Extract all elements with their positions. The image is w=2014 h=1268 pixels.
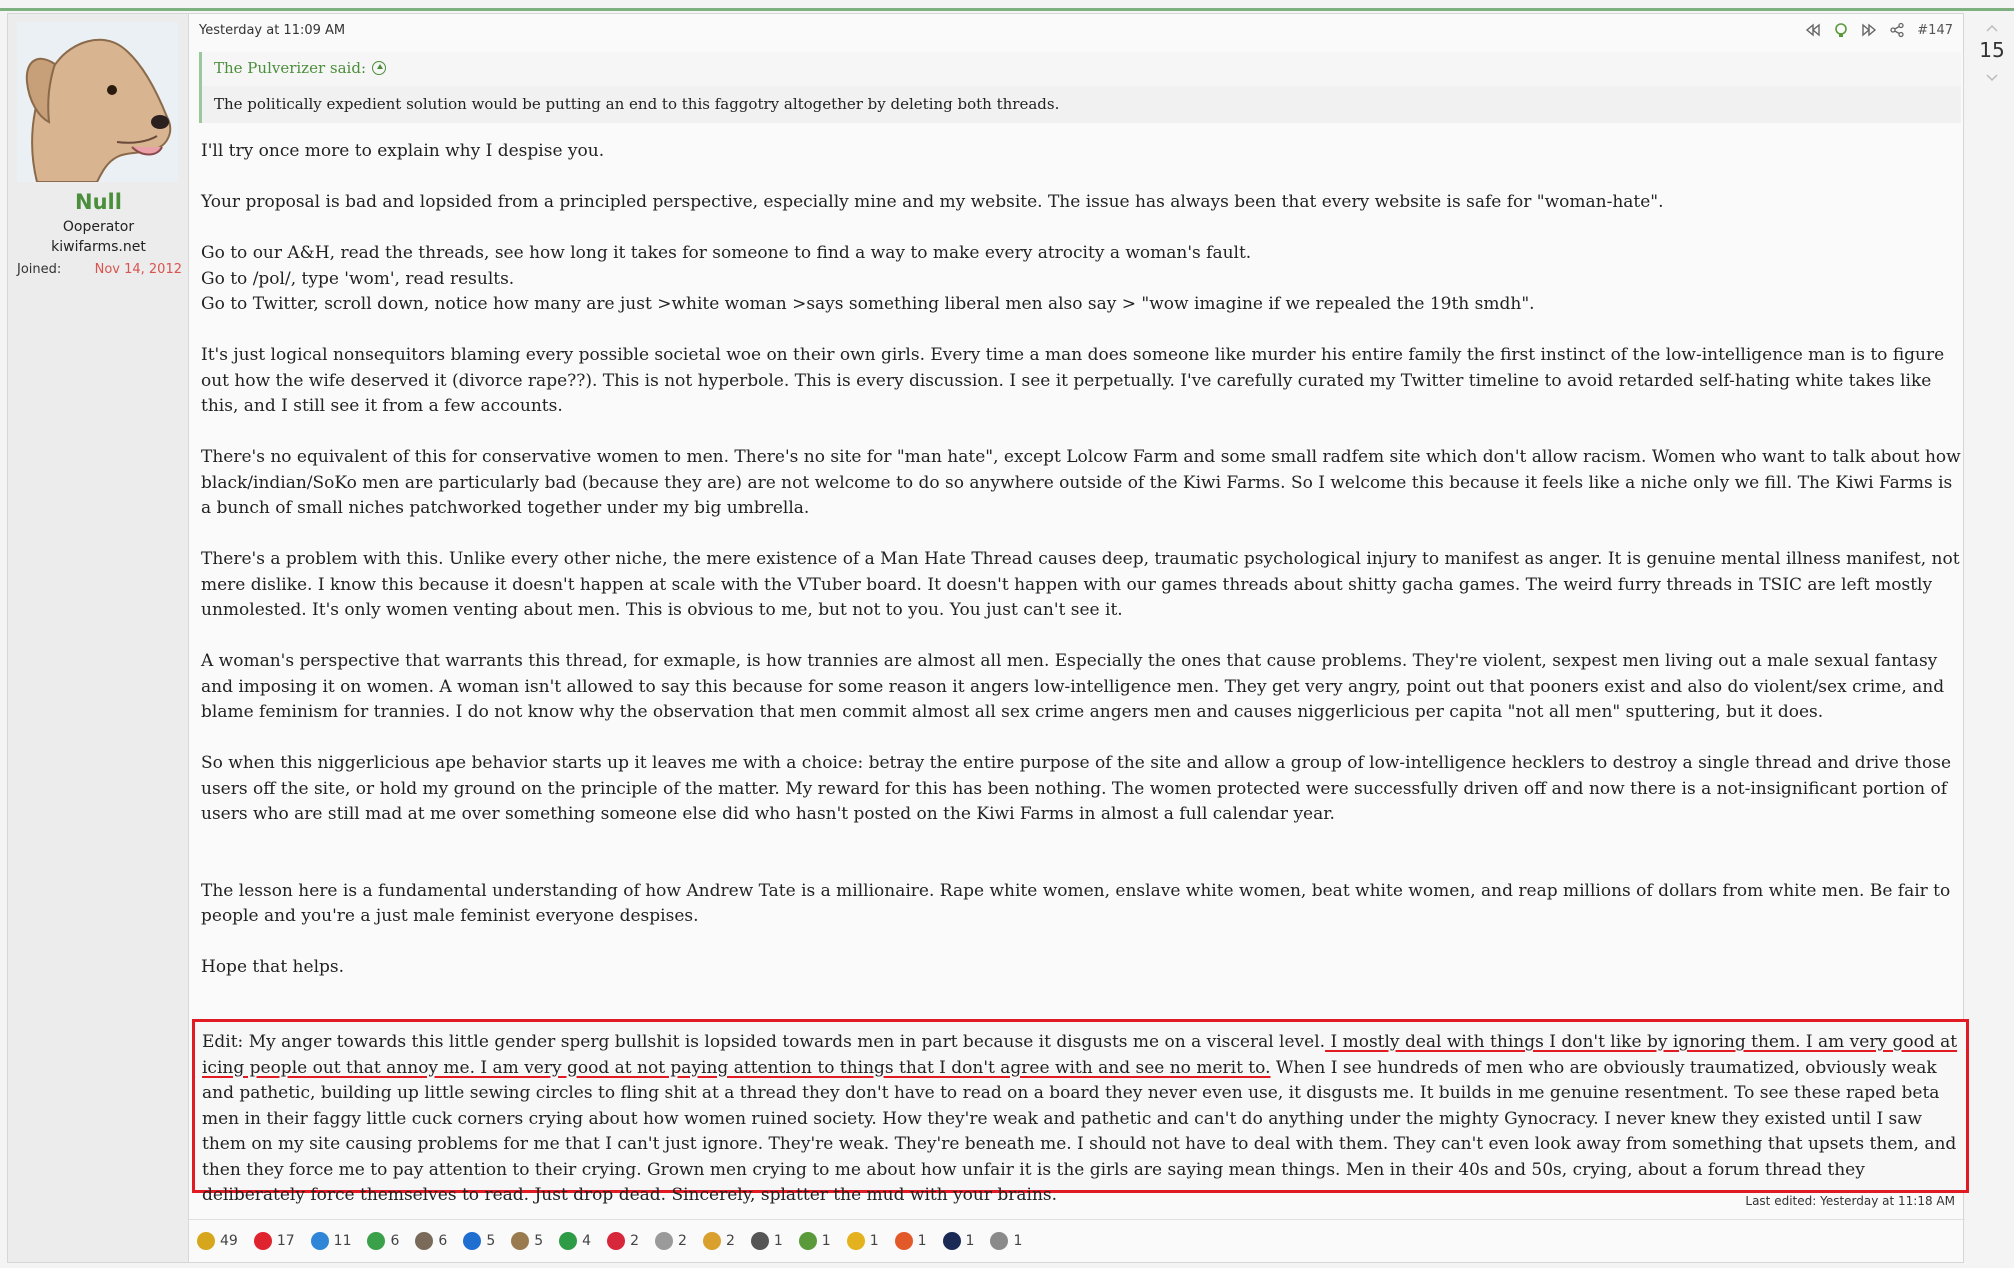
horse-icon <box>511 1231 530 1250</box>
upvote-icon[interactable] <box>1986 20 1998 32</box>
reaction-count: 11 <box>333 1232 352 1249</box>
vote-widget: 15 <box>1972 20 2012 120</box>
rainbow-icon <box>894 1231 913 1250</box>
reaction-count: 5 <box>534 1232 544 1249</box>
reaction-count: 49 <box>220 1232 238 1249</box>
reaction-item[interactable]: 1 <box>798 1231 831 1250</box>
user-title: Ooperator <box>62 219 135 235</box>
page-top-border <box>0 0 2014 11</box>
reaction-item[interactable]: 1 <box>894 1231 927 1250</box>
quote-header: The Pulverizer said: <box>202 52 1961 86</box>
check-icon <box>559 1231 578 1250</box>
reaction-count: 1 <box>965 1232 975 1249</box>
user-site: kiwifarms.net <box>51 239 146 255</box>
user-sidebar: Null Ooperator kiwifarms.net Joined: Nov… <box>8 14 189 1262</box>
speech-bubble-icon <box>750 1231 769 1250</box>
reaction-item[interactable]: 1 <box>750 1231 783 1250</box>
post-timestamp[interactable]: Yesterday at 11:09 AM <box>199 23 345 38</box>
reaction-item[interactable]: 4 <box>559 1231 592 1250</box>
thinking-icon <box>846 1231 865 1250</box>
share-icon[interactable] <box>1889 22 1905 38</box>
edit-text: Edit: My anger towards this little gende… <box>202 1030 1964 1209</box>
joined-date: Nov 14, 2012 <box>94 262 182 277</box>
rewind-icon[interactable] <box>1805 22 1821 38</box>
post-paragraph: The lesson here is a fundamental underst… <box>201 880 1951 927</box>
last-edited: Last edited: Yesterday at 11:18 AM <box>1745 1194 1955 1208</box>
reaction-item[interactable]: 2 <box>702 1231 735 1250</box>
reaction-count: 1 <box>773 1232 783 1249</box>
face-icon <box>415 1231 434 1250</box>
forum-post: Null Ooperator kiwifarms.net Joined: Nov… <box>7 13 1969 1263</box>
reaction-item[interactable]: 5 <box>463 1231 496 1250</box>
reaction-item[interactable]: 1 <box>846 1231 879 1250</box>
fast-forward-icon[interactable] <box>1861 22 1877 38</box>
bird-icon <box>798 1231 817 1250</box>
username[interactable]: Null <box>8 190 189 214</box>
reaction-count: 2 <box>725 1232 735 1249</box>
reaction-count: 1 <box>869 1232 879 1249</box>
reaction-item[interactable]: 49 <box>197 1231 238 1250</box>
post-number[interactable]: #147 <box>1917 23 1953 38</box>
post-paragraph: So when this niggerlicious ape behavior … <box>201 753 1952 824</box>
post-tools: #147 <box>1805 22 1953 38</box>
edit-highlight-box: Edit: My anger towards this little gende… <box>192 1019 1969 1205</box>
post-paragraph: Hope that helps. <box>201 957 345 977</box>
post-paragraph-group: Go to our A&H, read the threads, see how… <box>201 241 1963 318</box>
vote-count: 15 <box>1979 38 2005 62</box>
downvote-icon[interactable] <box>1986 68 1998 82</box>
quote-block: The Pulverizer said: The politically exp… <box>199 52 1961 123</box>
reaction-count: 5 <box>486 1232 496 1249</box>
edit-text-start: Edit: My anger towards this little gende… <box>202 1032 1326 1052</box>
reaction-item[interactable]: 1 <box>942 1231 975 1250</box>
joined-label: Joined: <box>17 262 62 277</box>
post-paragraph: It's just logical nonsequitors blaming e… <box>201 345 1945 416</box>
reaction-item[interactable]: 2 <box>655 1231 687 1250</box>
post-paragraph: There's no equivalent of this for conser… <box>201 447 1961 518</box>
reaction-item[interactable]: 6 <box>415 1231 448 1250</box>
reaction-item[interactable]: 1 <box>990 1231 1023 1250</box>
post-paragraph: I'll try once more to explain why I desp… <box>201 141 605 161</box>
cross-icon <box>607 1231 626 1250</box>
reaction-item[interactable]: 17 <box>253 1231 295 1250</box>
reaction-count: 1 <box>821 1232 831 1249</box>
reaction-item[interactable]: 11 <box>310 1231 352 1250</box>
bookmark-icon[interactable] <box>1833 22 1849 38</box>
winner-icon <box>367 1231 386 1250</box>
quote-author[interactable]: The Pulverizer said: <box>214 59 366 77</box>
reaction-item[interactable]: 6 <box>367 1231 400 1250</box>
reaction-count: 1 <box>917 1232 927 1249</box>
post-line: Go to Twitter, scroll down, notice how m… <box>201 294 1535 314</box>
reaction-count: 6 <box>390 1232 400 1249</box>
dog-avatar-icon <box>17 22 178 182</box>
heart-icon <box>253 1231 272 1250</box>
post-body: I'll try once more to explain why I desp… <box>201 139 1963 1006</box>
tag-icon <box>990 1231 1009 1250</box>
rainbow-pinwheel-icon <box>702 1231 721 1250</box>
avatar[interactable] <box>17 22 178 182</box>
reaction-count: 17 <box>276 1232 295 1249</box>
info-icon <box>463 1231 482 1250</box>
statue-icon <box>655 1231 674 1250</box>
quote-text: The politically expedient solution would… <box>214 95 1060 113</box>
reaction-count: 4 <box>582 1232 592 1249</box>
reaction-item[interactable]: 5 <box>511 1231 544 1250</box>
reaction-count: 1 <box>1013 1232 1023 1249</box>
post-paragraph: A woman's perspective that warrants this… <box>201 651 1945 722</box>
post-line: Go to our A&H, read the threads, see how… <box>201 243 1252 263</box>
reaction-count: 2 <box>630 1232 640 1249</box>
edit-text-end: When I see hundreds of men who are obvio… <box>202 1057 1957 1206</box>
post-paragraph: There's a problem with this. Unlike ever… <box>201 549 1960 620</box>
jump-up-icon[interactable] <box>372 61 386 75</box>
post-main: Yesterday at 11:09 AM #147 The Pulverize… <box>189 14 1969 1262</box>
hat-icon <box>942 1231 961 1250</box>
reactions-bar[interactable]: 49 17 11 6 6 5 5 4 2 2 2 1 1 1 1 1 1 <box>189 1219 1965 1261</box>
coin-stack-icon <box>197 1231 215 1250</box>
reaction-count: 6 <box>438 1232 448 1249</box>
reaction-item[interactable]: 2 <box>607 1231 640 1250</box>
reaction-count: 2 <box>678 1232 687 1249</box>
post-line: Go to /pol/, type 'wom', read results. <box>201 268 515 289</box>
thumbs-up-icon <box>310 1231 329 1250</box>
post-paragraph: Your proposal is bad and lopsided from a… <box>201 192 1664 212</box>
